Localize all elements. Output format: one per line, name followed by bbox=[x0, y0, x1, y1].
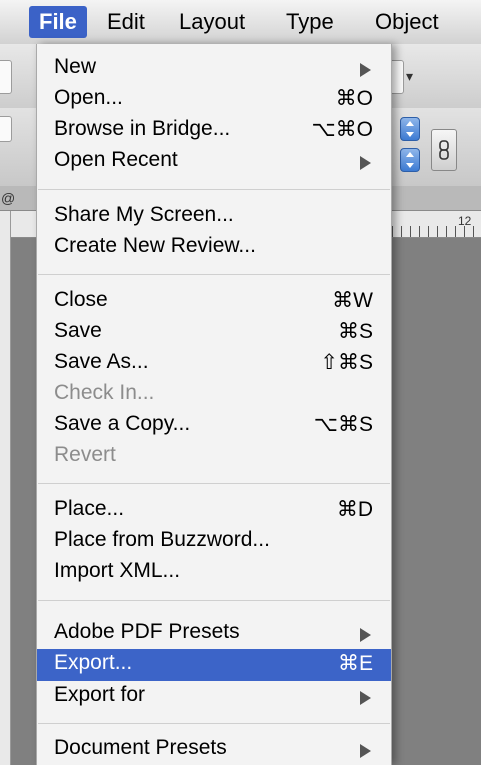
menu-item-label: Place... bbox=[54, 497, 125, 520]
menu-separator bbox=[38, 274, 390, 275]
stepper-up-icon[interactable] bbox=[400, 117, 420, 141]
menu-item-shortcut: ⇧⌘S bbox=[320, 351, 373, 374]
menu-item-shortcut: ⌘W bbox=[332, 289, 373, 312]
menu-item-label: New bbox=[54, 55, 97, 78]
menu-item-shortcut: ⌥⌘O bbox=[311, 118, 373, 141]
menu-item-place-from-buzzword[interactable]: Place from Buzzword... bbox=[37, 526, 391, 557]
menu-file[interactable]: File bbox=[29, 6, 87, 38]
menu-item-document-presets[interactable]: Document Presets bbox=[37, 734, 391, 765]
menu-item-check-in: Check In... bbox=[37, 379, 391, 410]
menu-item-export[interactable]: Export... ⌘E bbox=[37, 649, 391, 681]
menu-layout[interactable]: Layout bbox=[179, 6, 245, 38]
menu-object[interactable]: Object bbox=[375, 6, 439, 38]
menu-item-new[interactable]: New bbox=[37, 53, 391, 84]
menu-item-shortcut: ⌘E bbox=[337, 652, 373, 675]
menu-item-label: Import XML... bbox=[54, 559, 181, 582]
menu-item-create-new-review[interactable]: Create New Review... bbox=[37, 232, 391, 263]
ruler-number: 12 bbox=[458, 214, 472, 228]
menu-item-label: Open... bbox=[54, 86, 123, 109]
submenu-arrow-icon bbox=[360, 691, 371, 705]
menu-item-label: Save As... bbox=[54, 350, 149, 373]
toolbar-control[interactable] bbox=[0, 60, 12, 94]
menu-separator bbox=[38, 723, 390, 724]
menu-item-browse-in-bridge[interactable]: Browse in Bridge... ⌥⌘O bbox=[37, 115, 391, 146]
file-menu: New Open... ⌘O Browse in Bridge... ⌥⌘O O… bbox=[36, 44, 392, 765]
menu-item-shortcut: ⌘D bbox=[336, 498, 373, 521]
menu-item-label: Document Presets bbox=[54, 736, 227, 759]
menu-item-label: Export... bbox=[54, 651, 133, 674]
menu-separator bbox=[38, 600, 390, 601]
menu-separator bbox=[38, 483, 390, 484]
chevron-down-icon[interactable]: ▾ bbox=[406, 68, 413, 85]
menu-item-place[interactable]: Place... ⌘D bbox=[37, 495, 391, 526]
menu-item-label: Create New Review... bbox=[54, 234, 256, 257]
menu-item-label: Check In... bbox=[54, 381, 155, 404]
tab-label: @ bbox=[1, 190, 16, 206]
menu-item-save-as[interactable]: Save As... ⇧⌘S bbox=[37, 348, 391, 379]
menu-bar: File Edit Layout Type Object bbox=[0, 0, 481, 45]
chain-link-icon[interactable] bbox=[431, 129, 457, 171]
menu-item-revert: Revert bbox=[37, 441, 391, 472]
menu-item-label: Share My Screen... bbox=[54, 203, 234, 226]
menu-item-import-xml[interactable]: Import XML... bbox=[37, 557, 391, 588]
menu-separator bbox=[38, 189, 390, 190]
menu-item-label: Save bbox=[54, 319, 102, 342]
menu-type[interactable]: Type bbox=[286, 6, 334, 38]
menu-item-shortcut: ⌥⌘S bbox=[313, 413, 373, 436]
menu-item-close[interactable]: Close ⌘W bbox=[37, 286, 391, 317]
menu-item-label: Close bbox=[54, 288, 108, 311]
submenu-arrow-icon bbox=[360, 156, 371, 170]
menu-item-open-recent[interactable]: Open Recent bbox=[37, 146, 391, 177]
menu-item-label: Open Recent bbox=[54, 148, 178, 171]
menu-item-shortcut: ⌘O bbox=[335, 87, 373, 110]
menu-item-save-a-copy[interactable]: Save a Copy... ⌥⌘S bbox=[37, 410, 391, 441]
submenu-arrow-icon bbox=[360, 63, 371, 77]
menu-item-share-my-screen[interactable]: Share My Screen... bbox=[37, 201, 391, 232]
toolbar-field[interactable] bbox=[0, 116, 12, 142]
menu-item-export-for[interactable]: Export for bbox=[37, 681, 391, 712]
menu-item-label: Adobe PDF Presets bbox=[54, 620, 240, 643]
menu-item-label: Browse in Bridge... bbox=[54, 117, 231, 140]
menu-edit[interactable]: Edit bbox=[107, 6, 145, 38]
menu-item-label: Save a Copy... bbox=[54, 412, 191, 435]
menu-item-label: Place from Buzzword... bbox=[54, 528, 270, 551]
submenu-arrow-icon bbox=[360, 744, 371, 758]
menu-item-adobe-pdf-presets[interactable]: Adobe PDF Presets bbox=[37, 618, 391, 649]
stepper-down-icon[interactable] bbox=[400, 148, 420, 172]
menu-item-open[interactable]: Open... ⌘O bbox=[37, 84, 391, 115]
vertical-ruler bbox=[0, 211, 11, 765]
menu-item-label: Export for bbox=[54, 683, 146, 706]
menu-item-label: Revert bbox=[54, 443, 116, 466]
submenu-arrow-icon bbox=[360, 628, 371, 642]
menu-item-save[interactable]: Save ⌘S bbox=[37, 317, 391, 348]
menu-item-shortcut: ⌘S bbox=[337, 320, 373, 343]
